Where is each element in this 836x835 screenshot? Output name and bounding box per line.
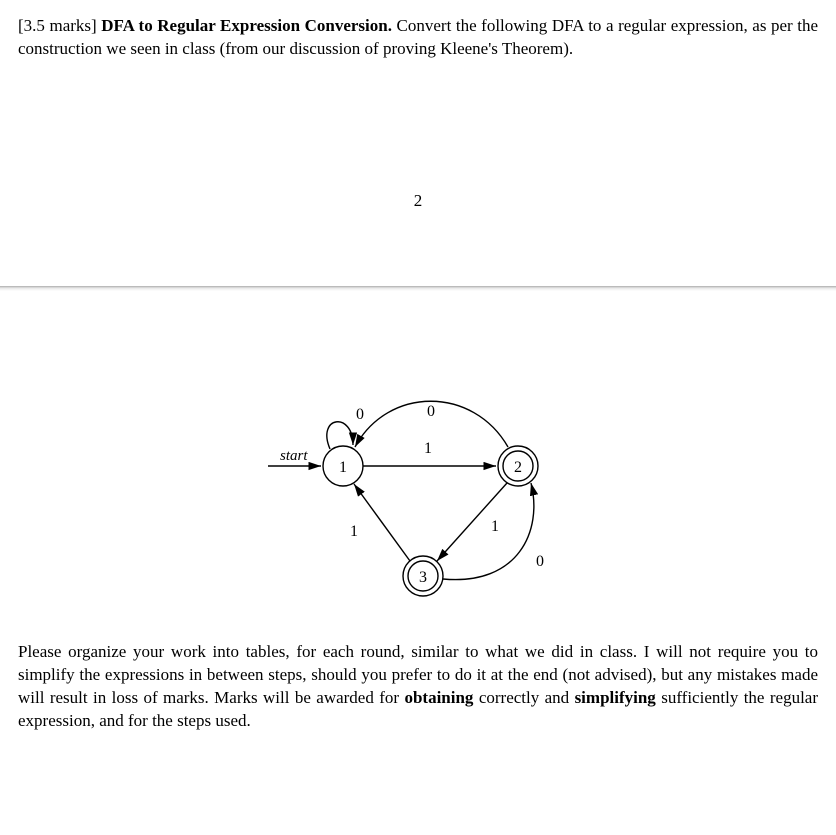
page-number: 2 (18, 191, 818, 211)
edge-1-selfloop (327, 422, 353, 449)
edge-1-selfloop-label: 0 (356, 406, 364, 423)
edge-3-to-1 (354, 484, 410, 561)
instructions-text: Please organize your work into tables, f… (0, 641, 836, 733)
edge-2-to-3-label: 1 (491, 518, 499, 535)
question-text: [3.5 marks] DFA to Regular Expression Co… (18, 15, 818, 61)
edge-3-to-1-label: 1 (350, 523, 358, 540)
edge-3-to-2-label: 0 (536, 553, 544, 570)
page-break-divider (0, 286, 836, 291)
question-title: DFA to Regular Expression Conversion. (101, 16, 392, 35)
instructions-part2: correctly and (473, 688, 574, 707)
edge-3-to-2 (443, 483, 534, 580)
instructions-bold1: obtaining (404, 688, 473, 707)
dfa-svg: start 1 0 2 1 0 3 1 1 0 (248, 371, 588, 601)
state-1-label: 1 (339, 459, 347, 476)
state-3-label: 3 (419, 569, 427, 586)
edge-2-to-1-label: 0 (427, 403, 435, 420)
dfa-diagram: start 1 0 2 1 0 3 1 1 0 (0, 371, 836, 601)
state-2-label: 2 (514, 459, 522, 476)
edge-1-to-2-label: 1 (424, 440, 432, 457)
question-block: [3.5 marks] DFA to Regular Expression Co… (0, 0, 836, 246)
start-label: start (280, 448, 308, 464)
marks-label: [3.5 marks] (18, 16, 97, 35)
instructions-bold2: simplifying (575, 688, 656, 707)
